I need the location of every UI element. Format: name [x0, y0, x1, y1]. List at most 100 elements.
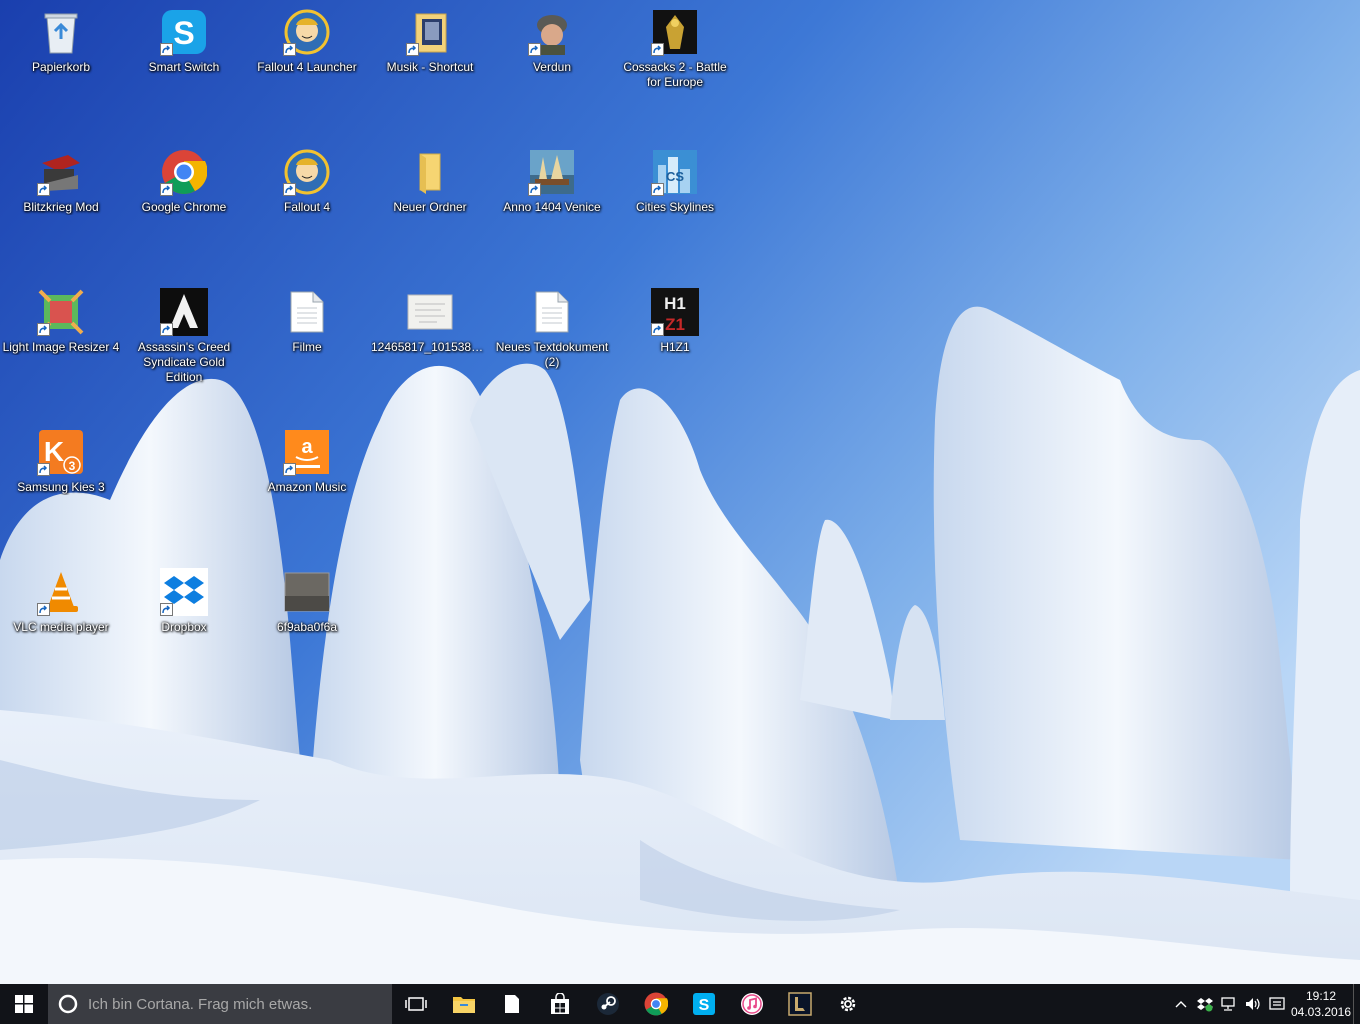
desktop-icon-dropbox[interactable]: Dropbox: [124, 560, 244, 684]
desktop-icon-h1z1[interactable]: H1 Z1 H1Z1: [615, 280, 735, 404]
recycle-bin-icon: [37, 8, 85, 56]
chrome-icon: [160, 148, 208, 196]
taskbar-league-of-legends[interactable]: [776, 984, 824, 1024]
desktop-icon-smart-switch[interactable]: S Smart Switch: [124, 0, 244, 124]
desktop-icon-samsung-kies[interactable]: K3 Samsung Kies 3: [1, 420, 121, 544]
speaker-icon: [1246, 998, 1260, 1010]
desktop-icon-cities-skylines[interactable]: CS Cities Skylines: [615, 140, 735, 264]
chrome-icon: [644, 992, 668, 1016]
itunes-icon: [741, 993, 763, 1015]
desktop-icon-anno1404[interactable]: Anno 1404 Venice: [492, 140, 612, 264]
desktop-icon-photo-file[interactable]: 6f9aba0f6a: [247, 560, 367, 684]
start-button[interactable]: [0, 984, 48, 1024]
dropbox-icon: [160, 568, 208, 616]
desktop-icon-fallout4[interactable]: Fallout 4: [247, 140, 367, 264]
shortcut-arrow-icon: [37, 323, 50, 336]
desktop-icon-neuer-ordner[interactable]: Neuer Ordner: [370, 140, 490, 264]
clock-time: 19:12: [1305, 989, 1337, 1003]
desktop-icon-image-file[interactable]: 12465817_101538683...: [370, 280, 490, 404]
icon-label: VLC media player: [13, 620, 109, 634]
tray-action-center[interactable]: [1265, 984, 1289, 1024]
dropbox-sync-icon: [1197, 998, 1213, 1012]
tray-dropbox[interactable]: [1193, 984, 1217, 1024]
desktop-icon-blitzkrieg-mod[interactable]: Blitzkrieg Mod: [1, 140, 121, 264]
desktop-icon-papierkorb[interactable]: Papierkorb: [1, 0, 121, 124]
shortcut-arrow-icon: [651, 183, 664, 196]
icon-label: Verdun: [532, 60, 572, 74]
gear-icon: [840, 996, 856, 1012]
icon-label: Google Chrome: [141, 200, 227, 214]
search-placeholder: Ich bin Cortana. Frag mich etwas.: [88, 995, 313, 1013]
svg-text:3: 3: [69, 459, 76, 473]
desktop-icon-assassins-creed[interactable]: Assassin's Creed Syndicate Gold Edition: [124, 280, 244, 404]
icon-label: Cossacks 2 - Battle for Europe: [623, 60, 727, 89]
taskbar-skype[interactable]: S: [680, 984, 728, 1024]
svg-text:CS: CS: [666, 169, 684, 184]
desktop-icon-verdun[interactable]: Verdun: [492, 0, 612, 124]
tray-show-hidden-button[interactable]: [1169, 984, 1193, 1024]
desktop-icon-vlc[interactable]: VLC media player: [1, 560, 121, 684]
icon-label: 12465817_101538683...: [371, 340, 489, 354]
desktop-icon-cossacks2[interactable]: Cossacks 2 - Battle for Europe: [615, 0, 735, 124]
shortcut-arrow-icon: [283, 183, 296, 196]
icon-label: Anno 1404 Venice: [503, 200, 601, 214]
desktop-icon-fallout4-launcher[interactable]: Fallout 4 Launcher: [247, 0, 367, 124]
soldier-icon: [528, 8, 576, 56]
text-document-icon: [528, 288, 576, 336]
icon-label: Assassin's Creed Syndicate Gold Edition: [137, 340, 231, 384]
svg-text:S: S: [699, 997, 710, 1014]
taskbar-settings[interactable]: [824, 984, 872, 1024]
store-bag-icon: [551, 993, 569, 1014]
folder-icon: [406, 148, 454, 196]
taskbar-steam[interactable]: [584, 984, 632, 1024]
desktop-icon-musik-shortcut[interactable]: Musik - Shortcut: [370, 0, 490, 124]
blank-document-icon: [505, 995, 519, 1013]
icon-label: Samsung Kies 3: [17, 480, 105, 494]
smart-switch-icon: S: [160, 8, 208, 56]
icon-label: Fallout 4 Launcher: [257, 60, 357, 74]
tray-volume[interactable]: [1241, 984, 1265, 1024]
h1z1-icon: H1 Z1: [651, 288, 699, 336]
taskbar-google-chrome[interactable]: [632, 984, 680, 1024]
steam-icon: [597, 993, 619, 1015]
taskbar-itunes[interactable]: [728, 984, 776, 1024]
desktop-icon-neues-textdokument[interactable]: Neues Textdokument (2): [492, 280, 612, 404]
image-resizer-icon: [37, 288, 85, 336]
show-desktop-button[interactable]: [1353, 984, 1360, 1024]
icon-label: H1Z1: [660, 340, 690, 354]
desktop-icon-light-image-resizer[interactable]: Light Image Resizer 4: [1, 280, 121, 404]
task-view-icon: [405, 997, 427, 1011]
taskbar-clock[interactable]: 19:12 04.03.2016: [1289, 988, 1353, 1020]
windows-logo-icon: [15, 995, 33, 1013]
shortcut-arrow-icon: [651, 43, 664, 56]
photo-thumbnail-icon: [283, 568, 331, 616]
icon-label: Musik - Shortcut: [386, 60, 474, 74]
shortcut-arrow-icon: [528, 43, 541, 56]
svg-text:S: S: [173, 15, 194, 51]
anno-venice-icon: [528, 148, 576, 196]
document-file-icon: [283, 288, 331, 336]
cossacks-emblem-icon: [651, 8, 699, 56]
icon-label: Neues Textdokument (2): [495, 340, 609, 369]
desktop-icon-filme[interactable]: Filme: [247, 280, 367, 404]
icon-label: Smart Switch: [148, 60, 220, 74]
vault-boy-icon: [283, 148, 331, 196]
cortana-search-box[interactable]: Ich bin Cortana. Frag mich etwas.: [48, 984, 392, 1024]
taskbar-document[interactable]: [488, 984, 536, 1024]
icon-label: Dropbox: [161, 620, 207, 634]
shortcut-arrow-icon: [283, 463, 296, 476]
chevron-up-icon: [1175, 1001, 1187, 1008]
desktop-icon-google-chrome[interactable]: Google Chrome: [124, 140, 244, 264]
icon-label: Cities Skylines: [635, 200, 715, 214]
samsung-kies-icon: K3: [37, 428, 85, 476]
taskbar-file-explorer[interactable]: [440, 984, 488, 1024]
desktop-icon-amazon-music[interactable]: a Amazon Music: [247, 420, 367, 544]
blitzkrieg-icon: [37, 148, 85, 196]
shortcut-arrow-icon: [651, 323, 664, 336]
shortcut-arrow-icon: [160, 323, 173, 336]
task-view-button[interactable]: [392, 984, 440, 1024]
cortana-circle-icon: [58, 994, 78, 1014]
tray-network[interactable]: [1217, 984, 1241, 1024]
icon-label: Amazon Music: [267, 480, 347, 494]
taskbar-windows-store[interactable]: [536, 984, 584, 1024]
